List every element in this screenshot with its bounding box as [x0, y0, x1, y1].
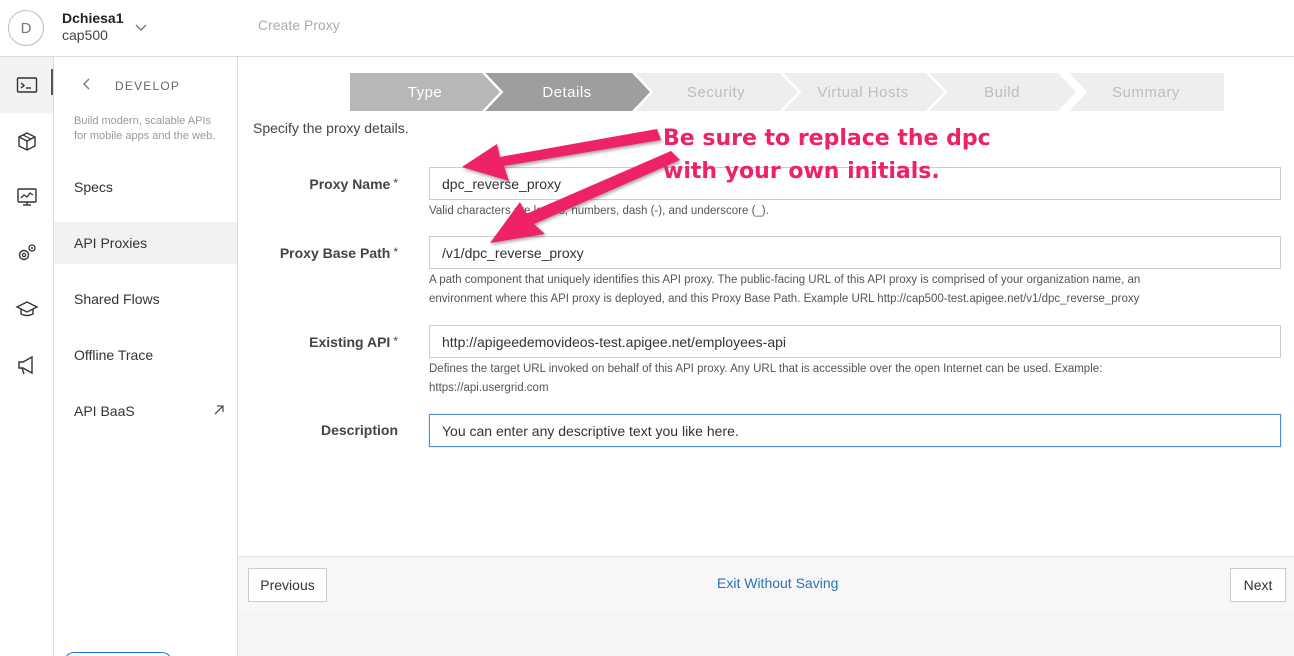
existing-api-label: Existing API *: [309, 334, 398, 350]
description-value: You can enter any descriptive text you l…: [442, 422, 739, 439]
wizard-step-label: Build: [984, 83, 1020, 101]
base-path-help-line: A path component that uniquely identifie…: [429, 274, 1141, 286]
required-mark: *: [393, 334, 398, 348]
develop-sidebar: DEVELOP Build modern, scalable APIs for …: [54, 57, 238, 656]
required-mark: *: [393, 176, 398, 190]
proxy-name-label: Proxy Name *: [309, 176, 398, 192]
existing-api-value: http://apigeedemovideos-test.apigee.net/…: [442, 333, 786, 350]
admin-icon[interactable]: [0, 225, 53, 281]
learn-icon[interactable]: [0, 281, 53, 337]
publish-icon[interactable]: [0, 113, 53, 169]
base-path-help: A path component that uniquely identifie…: [429, 271, 1269, 309]
proxy-name-value: dpc_reverse_proxy: [442, 175, 562, 192]
wizard-step-label: Security: [686, 83, 746, 101]
base-path-input[interactable]: /v1/dpc_reverse_proxy: [429, 236, 1281, 269]
form-intro: Specify the proxy details.: [253, 120, 409, 136]
required-mark: *: [393, 245, 398, 259]
user-name[interactable]: Dchiesa1: [62, 10, 123, 26]
wizard-step-virtual-hosts: Virtual Hosts: [782, 73, 944, 111]
existing-api-input[interactable]: http://apigeedemovideos-test.apigee.net/…: [429, 325, 1281, 358]
page-title: Create Proxy: [258, 17, 340, 33]
sidebar-item-api-baas[interactable]: API BaaS: [54, 390, 237, 432]
proxy-name-help: Valid characters are letters, numbers, d…: [429, 205, 769, 217]
sidebar-item-label: Specs: [74, 179, 113, 195]
sidebar-item-label: API BaaS: [74, 403, 135, 419]
base-path-label-text: Proxy Base Path: [279, 245, 391, 261]
proxy-name-label-wrap: Proxy Name *: [238, 176, 398, 196]
base-path-value: /v1/dpc_reverse_proxy: [442, 244, 584, 261]
base-path-help-line: environment where this API proxy is depl…: [429, 293, 1140, 305]
analytics-icon[interactable]: [0, 169, 53, 225]
wizard-step-label: Virtual Hosts: [817, 83, 909, 101]
previous-button[interactable]: Previous: [248, 568, 327, 602]
exit-without-saving-link[interactable]: Exit Without Saving: [717, 575, 838, 591]
existing-api-label-wrap: Existing API *: [238, 334, 398, 354]
existing-api-help-line: https://api.usergrid.com: [429, 382, 549, 394]
description-label-wrap: Description: [238, 422, 398, 442]
wizard-footer: Previous Exit Without Saving Next: [238, 556, 1294, 613]
wizard-step-type: Type: [350, 73, 500, 111]
develop-icon[interactable]: [0, 57, 53, 113]
next-button[interactable]: Next: [1230, 568, 1286, 602]
sidebar-item-label: Shared Flows: [74, 291, 160, 307]
avatar[interactable]: D: [8, 10, 44, 46]
description-input[interactable]: You can enter any descriptive text you l…: [429, 414, 1281, 447]
wizard-step-label: Type: [407, 83, 443, 101]
proxy-name-label-text: Proxy Name: [309, 176, 391, 192]
existing-api-label-text: Existing API: [309, 334, 391, 350]
icon-rail: [0, 57, 54, 656]
wizard-step-label: Summary: [1112, 83, 1180, 101]
sidebar-item-shared-flows[interactable]: Shared Flows: [54, 278, 237, 320]
sidebar-item-label: API Proxies: [74, 235, 148, 251]
annotation-callout: Be sure to replace the dpc with your own…: [663, 122, 991, 188]
sidebar-item-specs[interactable]: Specs: [54, 166, 237, 208]
base-path-label: Proxy Base Path *: [280, 245, 398, 261]
sidebar-description: Build modern, scalable APIs for mobile a…: [74, 115, 216, 142]
annotation-line: Be sure to replace the dpc: [663, 126, 991, 151]
announcements-icon[interactable]: [0, 337, 53, 393]
wizard-steps: Type Details Security Virtual Hosts Buil…: [350, 73, 1224, 111]
wizard-step-label: Details: [542, 83, 592, 101]
existing-api-help: Defines the target URL invoked on behalf…: [429, 360, 1269, 398]
chevron-left-icon[interactable]: [80, 77, 94, 91]
external-link-icon: [214, 405, 224, 415]
sidebar-item-api-proxies[interactable]: API Proxies: [54, 222, 237, 264]
chevron-down-icon[interactable]: [134, 20, 148, 34]
wizard-step-build: Build: [928, 73, 1076, 111]
footer-spacer: [238, 613, 1294, 656]
top-header: D Dchiesa1 cap500 Create Proxy: [0, 0, 1294, 57]
wizard-step-summary: Summary: [1068, 73, 1224, 111]
wizard-step-details: Details: [484, 73, 650, 111]
sidebar-title: DEVELOP: [115, 79, 181, 93]
existing-api-help-line: Defines the target URL invoked on behalf…: [429, 363, 1103, 375]
wizard-step-security: Security: [634, 73, 798, 111]
org-name[interactable]: cap500: [62, 27, 108, 43]
sidebar-item-label: Offline Trace: [74, 347, 154, 363]
sidebar-bottom-button[interactable]: [64, 652, 172, 656]
annotation-line: with your own initials.: [663, 159, 940, 184]
sidebar-item-offline-trace[interactable]: Offline Trace: [54, 334, 237, 376]
base-path-label-wrap: Proxy Base Path *: [238, 245, 398, 265]
description-label: Description: [320, 422, 398, 438]
